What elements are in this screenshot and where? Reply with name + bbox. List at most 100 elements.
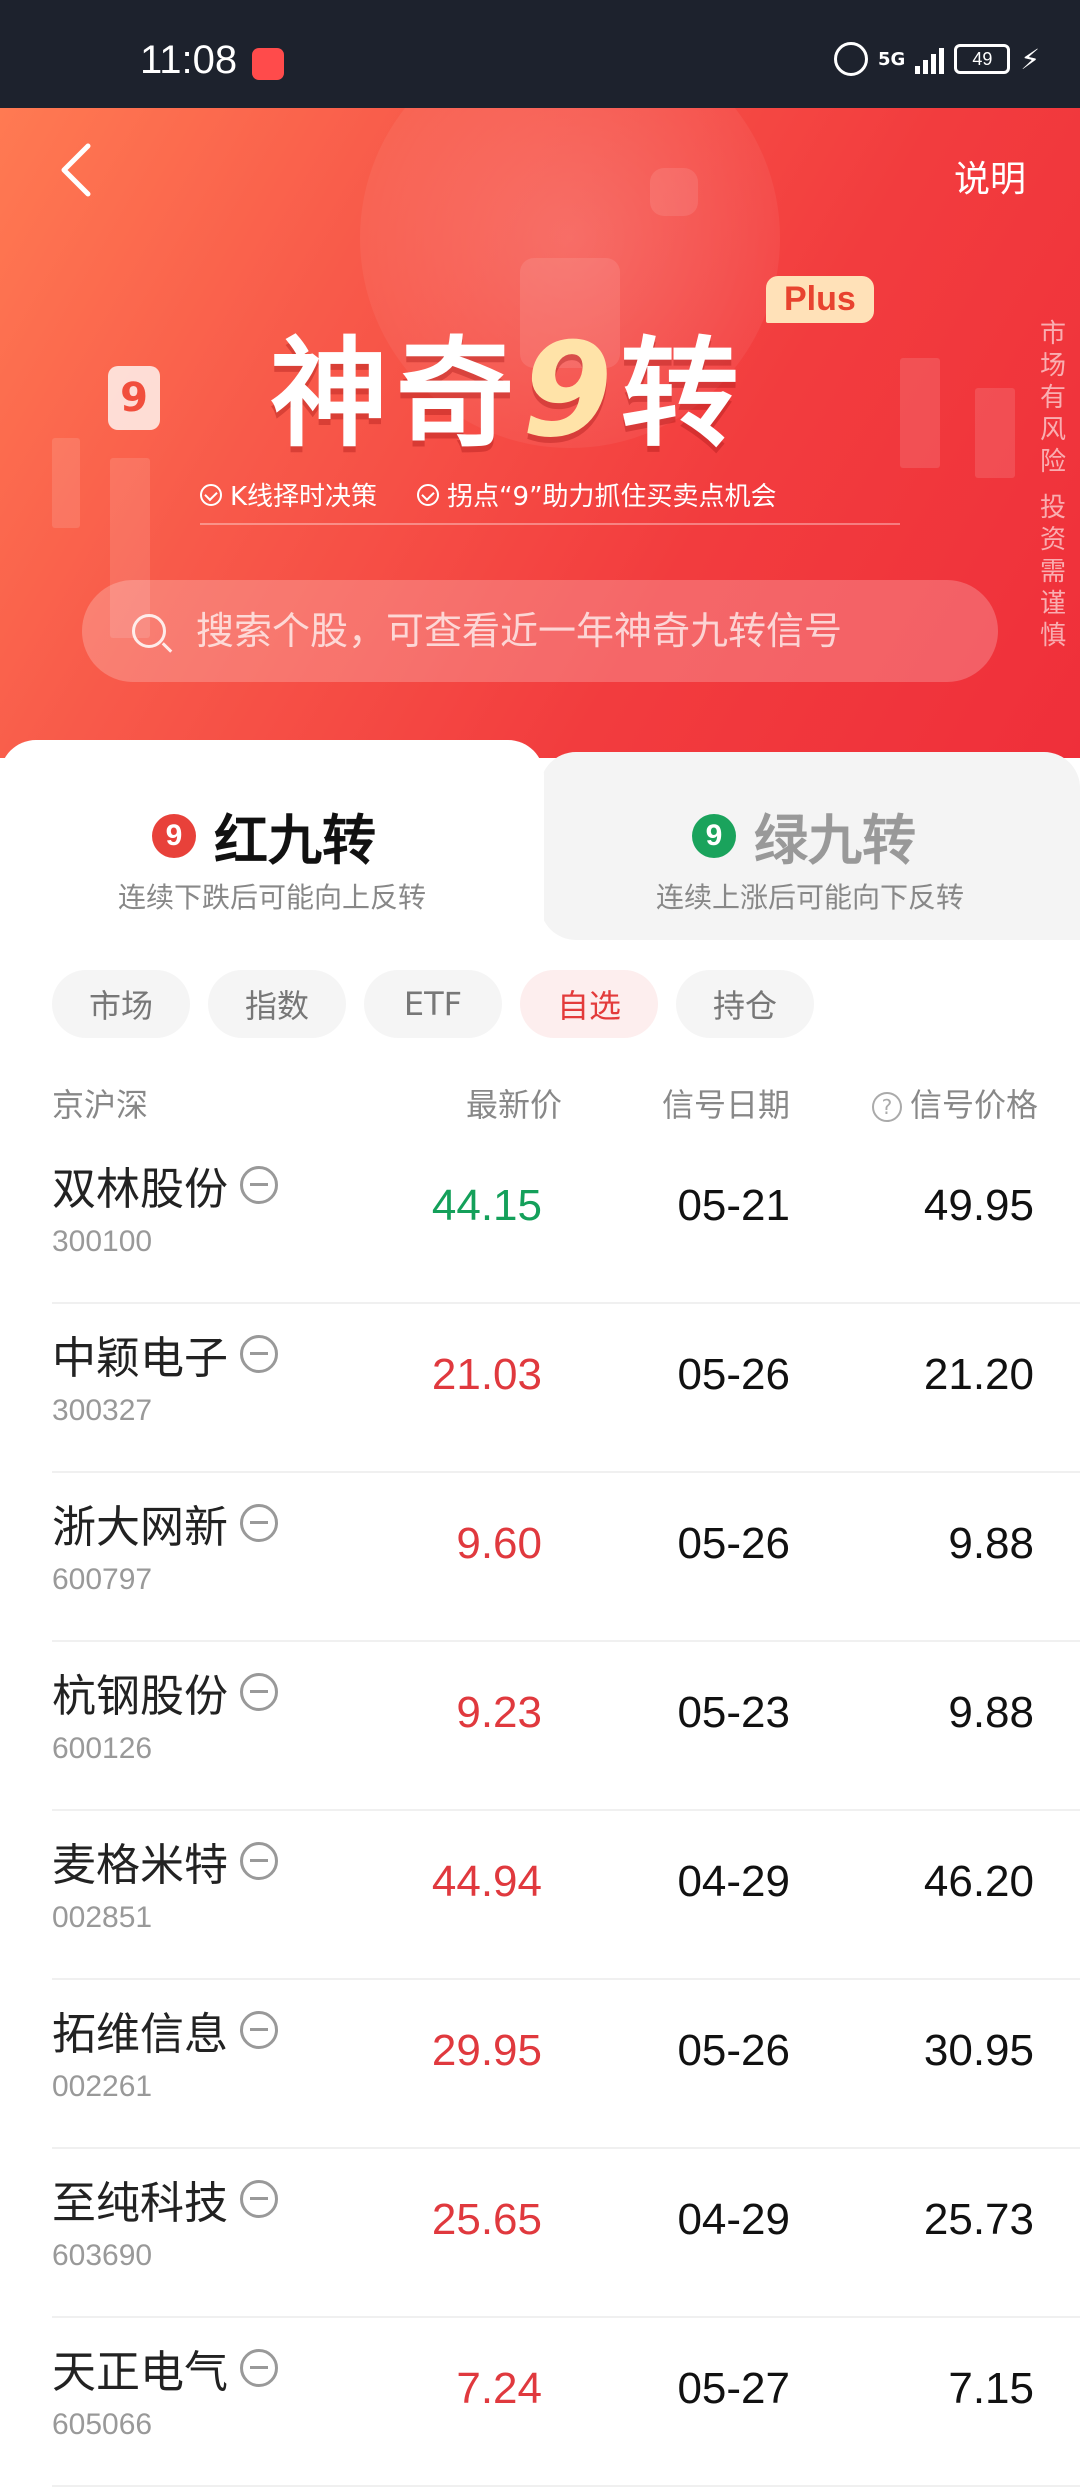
- table-row[interactable]: 拓维信息 002261 29.95 05-26 30.95: [52, 1980, 1080, 2149]
- remove-circle-icon[interactable]: [240, 1673, 278, 1711]
- stock-code: 300100: [52, 1225, 153, 1258]
- latest-price: 25.65: [431, 2195, 542, 2244]
- remove-circle-icon[interactable]: [240, 1335, 278, 1373]
- stock-name: 杭钢股份: [52, 1671, 228, 1722]
- filter-etf[interactable]: ETF: [364, 970, 502, 1038]
- stock-code: 600126: [52, 1732, 153, 1765]
- feature-item: K线择时决策: [200, 476, 377, 513]
- hero-title: 神奇9转: [270, 314, 747, 466]
- hero-features: K线择时决策 拐点“9”助力抓住买卖点机会: [200, 476, 900, 525]
- signal-price: 9.88: [948, 1519, 1034, 1568]
- table-row[interactable]: 中颖电子 300327 21.03 05-26 21.20: [52, 1304, 1080, 1473]
- stock-name: 中颖电子: [52, 1333, 228, 1384]
- remove-circle-icon[interactable]: [240, 1166, 278, 1204]
- signal-price: 7.15: [948, 2364, 1034, 2413]
- signal-date: 05-26: [677, 2026, 790, 2075]
- filter-chips: 市场 指数 ETF 自选 持仓: [52, 970, 814, 1038]
- remove-circle-icon[interactable]: [240, 2180, 278, 2218]
- stock-name: 麦格米特: [52, 1840, 228, 1891]
- table-row[interactable]: 麦格米特 002851 44.94 04-29 46.20: [52, 1811, 1080, 1980]
- stock-name: 至纯科技: [52, 2178, 228, 2229]
- col-signal-date[interactable]: 信号日期: [662, 1080, 790, 1126]
- stock-code: 002851: [52, 1901, 153, 1934]
- search-input[interactable]: [194, 608, 978, 654]
- charging-icon: ⚡: [1020, 42, 1040, 76]
- feature-item: 拐点“9”助力抓住买卖点机会: [417, 476, 777, 513]
- filter-watchlist[interactable]: 自选: [520, 970, 658, 1038]
- red-nine-icon: 9: [152, 813, 196, 858]
- app-notification-icon: [252, 48, 284, 80]
- table-row[interactable]: 双林股份 300100 44.15 05-21 49.95: [52, 1135, 1080, 1304]
- table-row[interactable]: 杭钢股份 600126 9.23 05-23 9.88: [52, 1642, 1080, 1811]
- stock-code: 603690: [52, 2239, 153, 2272]
- stock-code: 605066: [52, 2408, 153, 2441]
- table-row[interactable]: 浙大网新 600797 9.60 05-26 9.88: [52, 1473, 1080, 1642]
- stock-name: 拓维信息: [52, 2009, 228, 2060]
- signal-date: 04-29: [677, 1857, 790, 1906]
- latest-price: 44.15: [431, 1181, 542, 1230]
- signal-price: 25.73: [923, 2195, 1034, 2244]
- plus-badge: Plus: [766, 276, 874, 323]
- remove-circle-icon[interactable]: [240, 2349, 278, 2387]
- hero-banner: 9 说明 神奇9转 Plus K线择时决策 拐点“9”助力抓住买卖点机会 市场有…: [0, 108, 1080, 758]
- back-arrow-icon[interactable]: [56, 140, 96, 200]
- col-latest-price[interactable]: 最新价: [466, 1080, 562, 1126]
- status-time: 11:08: [140, 38, 238, 82]
- network-type: 5G: [878, 48, 906, 70]
- check-circle-icon: [417, 483, 440, 506]
- signal-price: 9.88: [948, 1688, 1034, 1737]
- risk-disclaimer: 市场有风险 投资需谨慎: [1039, 319, 1066, 651]
- col-signal-price: ? 信号价格: [871, 1080, 1038, 1126]
- filter-holdings[interactable]: 持仓: [676, 970, 814, 1038]
- signal-strength-icon: [915, 44, 945, 74]
- help-button[interactable]: 说明: [954, 150, 1026, 202]
- tab-green-nine[interactable]: 9 绿九转 连续上涨后可能向下反转: [540, 752, 1080, 940]
- signal-price: 49.95: [923, 1181, 1034, 1230]
- status-bar: 11:08 5G 49 ⚡: [0, 0, 1080, 108]
- table-row[interactable]: 至纯科技 603690 25.65 04-29 25.73: [52, 2149, 1080, 2318]
- stock-name: 双林股份: [52, 1164, 228, 1215]
- stock-name: 浙大网新: [52, 1502, 228, 1553]
- stock-code: 600797: [52, 1563, 153, 1596]
- signal-price: 30.95: [923, 2026, 1034, 2075]
- decor-candle: [52, 438, 80, 528]
- latest-price: 7.24: [456, 2364, 542, 2413]
- table-header: 京沪深 最新价 信号日期 ? 信号价格: [0, 1080, 1080, 1124]
- stock-list: 双林股份 300100 44.15 05-21 49.95 中颖电子 30032…: [0, 1135, 1080, 2487]
- filter-index[interactable]: 指数: [208, 970, 346, 1038]
- green-nine-icon: 9: [692, 813, 736, 858]
- signal-date: 05-23: [677, 1688, 790, 1737]
- help-icon[interactable]: ?: [871, 1092, 902, 1122]
- signal-price: 21.20: [923, 1350, 1034, 1399]
- latest-price: 9.60: [456, 1519, 542, 1568]
- remove-circle-icon[interactable]: [240, 1504, 278, 1542]
- signal-tabs: 9 绿九转 连续上涨后可能向下反转 9 红九转 连续下跌后可能向上反转: [0, 740, 1080, 940]
- stock-code: 300327: [52, 1394, 153, 1427]
- col-market[interactable]: 京沪深: [52, 1080, 148, 1126]
- signal-date: 05-21: [677, 1181, 790, 1230]
- tab-red-nine[interactable]: 9 红九转 连续下跌后可能向上反转: [0, 740, 544, 940]
- table-row[interactable]: 天正电气 605066 7.24 05-27 7.15: [52, 2318, 1080, 2487]
- stock-code: 002261: [52, 2070, 153, 2103]
- check-circle-icon: [200, 483, 222, 506]
- decor-block: [650, 168, 698, 216]
- latest-price: 21.03: [431, 1350, 542, 1399]
- signal-date: 05-26: [677, 1519, 790, 1568]
- signal-date: 05-27: [677, 2364, 790, 2413]
- signal-date: 04-29: [677, 2195, 790, 2244]
- status-icons: 5G 49 ⚡: [834, 42, 1040, 76]
- search-icon: [132, 614, 166, 648]
- stock-name: 天正电气: [52, 2347, 228, 2398]
- search-bar[interactable]: [82, 580, 998, 682]
- signal-date: 05-26: [677, 1350, 790, 1399]
- latest-price: 44.94: [431, 1857, 542, 1906]
- remove-circle-icon[interactable]: [240, 2011, 278, 2049]
- hero-title-area: 神奇9转 Plus: [0, 276, 1080, 466]
- latest-price: 9.23: [456, 1688, 542, 1737]
- alarm-icon: [834, 42, 869, 76]
- remove-circle-icon[interactable]: [240, 1842, 278, 1880]
- filter-market[interactable]: 市场: [52, 970, 190, 1038]
- signal-price: 46.20: [923, 1857, 1034, 1906]
- latest-price: 29.95: [431, 2026, 542, 2075]
- battery-icon: 49: [954, 44, 1011, 74]
